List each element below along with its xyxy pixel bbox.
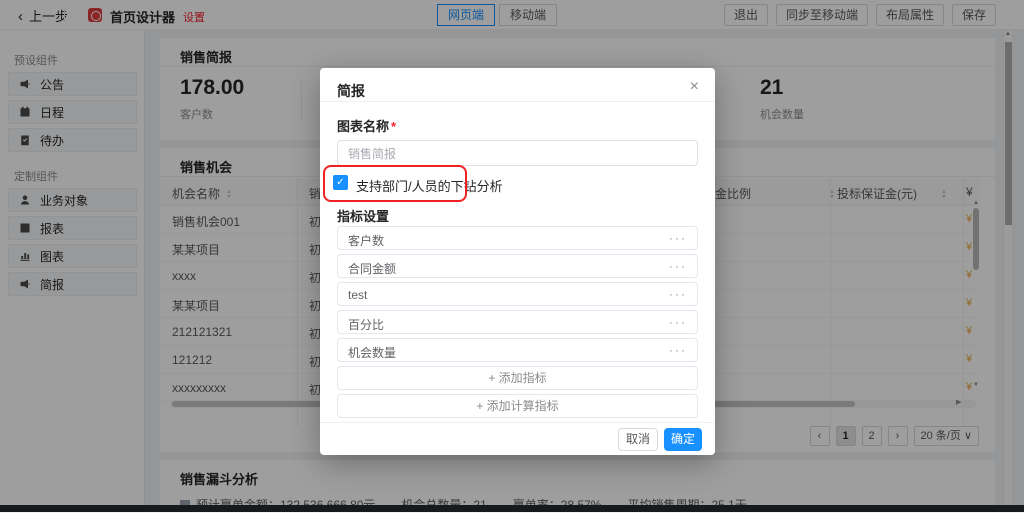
drilldown-checkbox[interactable]: ✓ (333, 175, 348, 190)
more-icon[interactable]: ··· (669, 287, 687, 301)
divider (320, 422, 715, 423)
divider (320, 101, 715, 102)
more-icon[interactable]: ··· (669, 259, 687, 273)
add-calc-indicator-button[interactable]: + 添加计算指标 (337, 394, 698, 418)
indicators-label: 指标设置 (337, 206, 389, 225)
confirm-button[interactable]: 确定 (664, 428, 702, 451)
add-indicator-button[interactable]: + 添加指标 (337, 366, 698, 390)
required-mark: * (391, 119, 396, 134)
chart-name-input[interactable] (337, 140, 698, 166)
modal-title: 简报 (337, 81, 365, 101)
indicator-row[interactable]: 机会数量··· (337, 338, 698, 362)
more-icon[interactable]: ··· (669, 315, 687, 329)
more-icon[interactable]: ··· (669, 343, 687, 357)
cancel-button[interactable]: 取消 (618, 428, 658, 451)
close-icon[interactable]: × (690, 78, 699, 96)
drilldown-checkbox-label[interactable]: 支持部门/人员的下钻分析 (356, 176, 503, 195)
indicator-row[interactable]: test··· (337, 282, 698, 306)
indicator-row[interactable]: 客户数··· (337, 226, 698, 250)
chart-name-label: 图表名称* (337, 116, 396, 135)
indicator-row[interactable]: 合同金额··· (337, 254, 698, 278)
bottom-edge-strip (0, 505, 1024, 512)
brief-settings-modal: 简报 × 图表名称* ✓ 支持部门/人员的下钻分析 指标设置 客户数··· 合同… (320, 68, 715, 455)
indicator-row[interactable]: 百分比··· (337, 310, 698, 334)
more-icon[interactable]: ··· (669, 231, 687, 245)
